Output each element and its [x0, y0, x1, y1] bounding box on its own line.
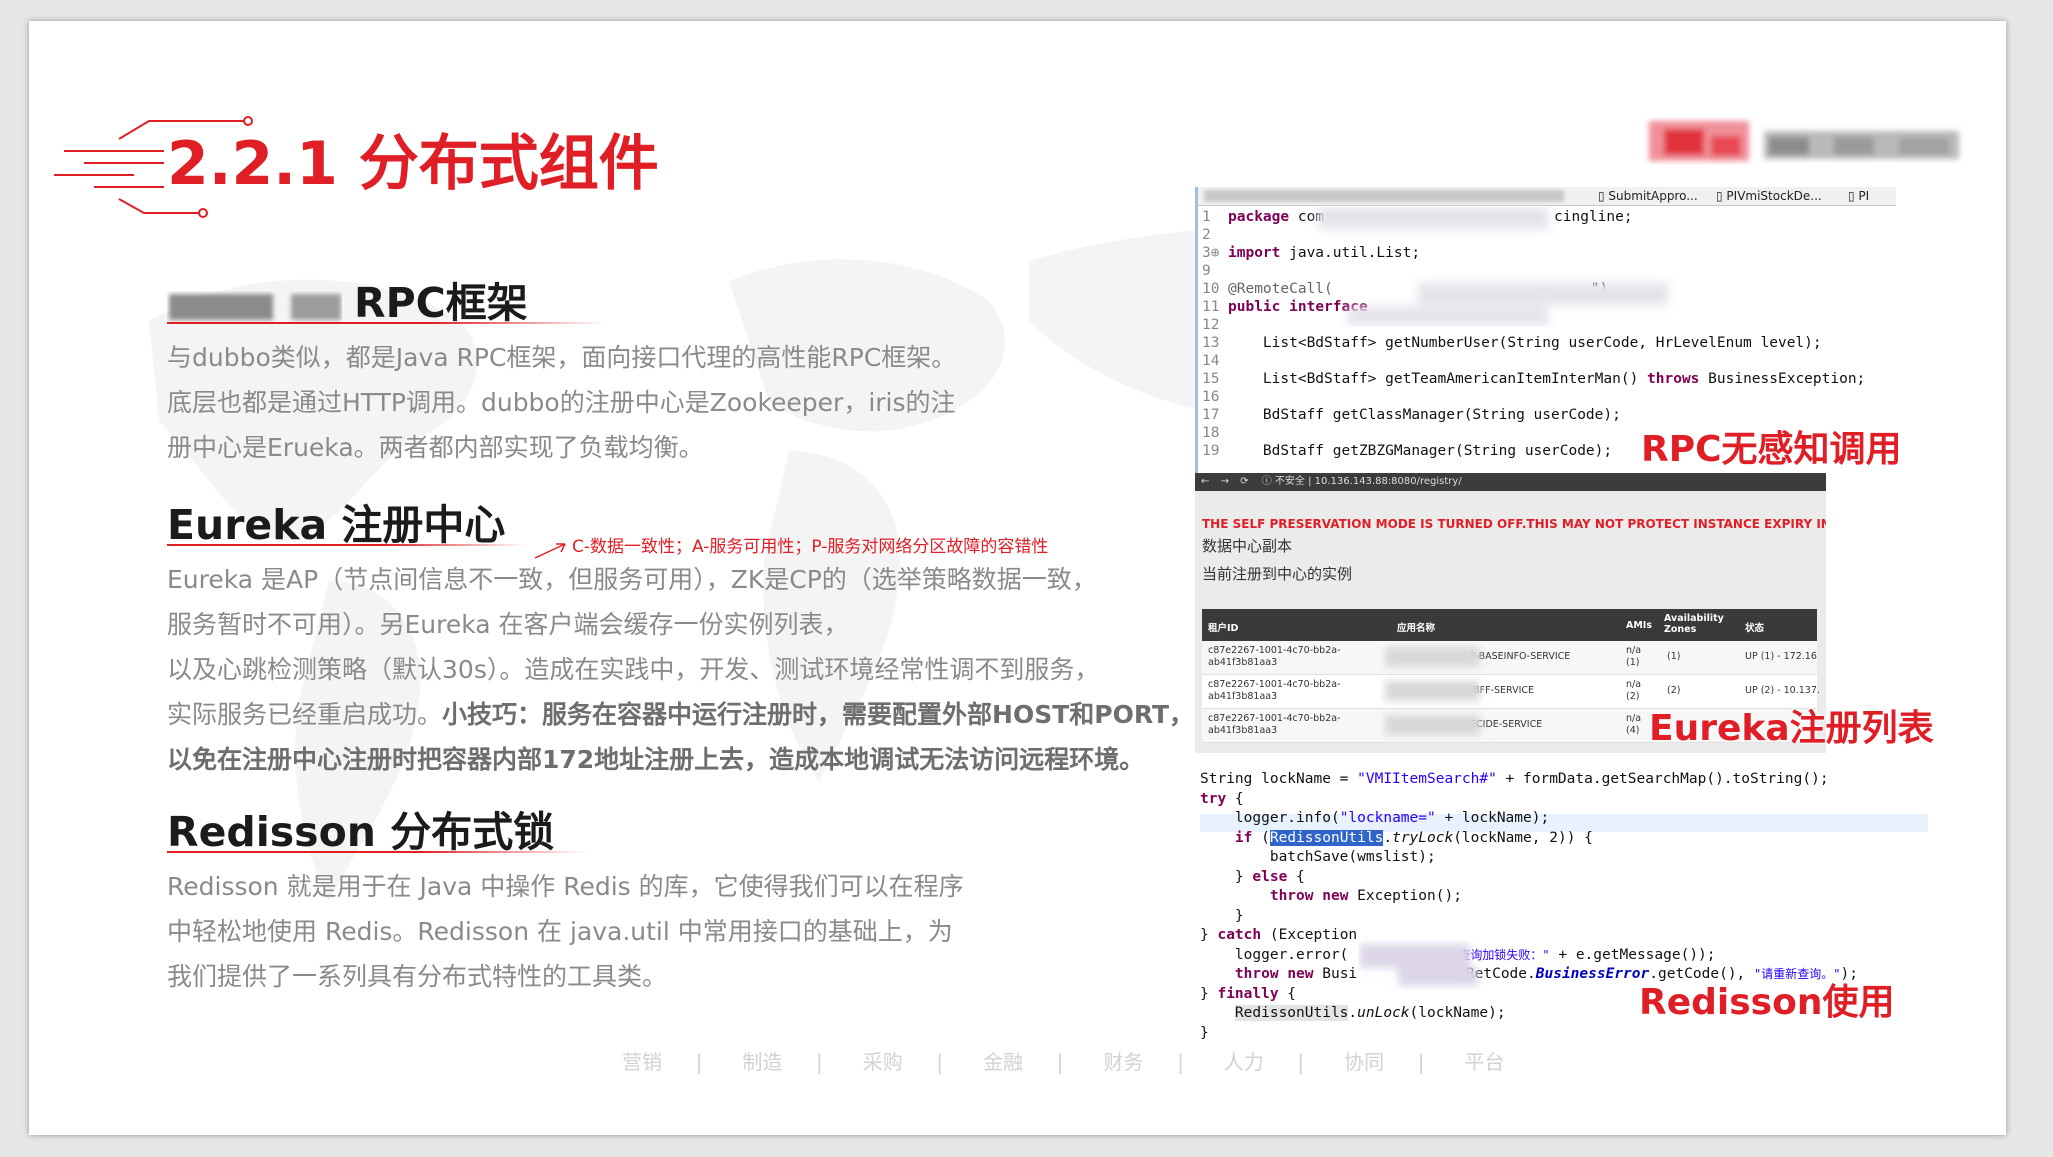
status-link[interactable]: UP (2) - 10.137.	[1745, 685, 1820, 696]
back-icon[interactable]: ←	[1201, 476, 1209, 487]
footer-item: 营销	[622, 1050, 662, 1074]
code-line: logger.info("lockname=" + lockName);	[1200, 810, 1550, 826]
eureka-screenshot-label: Eureka注册列表	[1649, 708, 1934, 749]
ide-tab-pivmistock[interactable]: ▯ PIVmiStockDe...	[1716, 187, 1822, 205]
slide-title: 2.2.1 分布式组件	[167, 129, 659, 199]
code-line: 13 List<BdStaff> getNumberUser(String us…	[1202, 335, 1822, 351]
redisson-screenshot-label: Redisson使用	[1639, 982, 1895, 1023]
eureka-line-2: 服务暂时不可用）。另Eureka 在客户端会缓存一份实例列表，	[167, 610, 849, 639]
code-line: }	[1200, 1024, 1209, 1041]
table-row: c87e2267-1001-4c70-bb2a- ab41f3b81aa3 P-…	[1202, 641, 1817, 675]
footer-item: 协同	[1344, 1050, 1385, 1074]
rpc-line-1: 与dubbo类似，都是Java RPC框架，面向接口代理的高性能RPC框架。	[167, 343, 957, 372]
rpc-line-2: 底层也都是通过HTTP调用。dubbo的注册中心是Zookeeper，iris的…	[167, 388, 956, 417]
redisson-line-2: 中轻松地使用 Redis。Redisson 在 java.util 中常用接口的…	[167, 917, 953, 946]
redacted-code-overlay	[1360, 944, 1478, 986]
code-line: } else {	[1200, 868, 1305, 885]
eureka-description: Eureka 是AP（节点间信息不一致，但服务可用），ZK是CP的（选举策略数据…	[167, 557, 1194, 782]
redisson-description: Redisson 就是用于在 Java 中操作 Redis 的库，它使得我们可以…	[167, 864, 964, 999]
ide-tab-submitappro[interactable]: ▯ SubmitAppro...	[1598, 187, 1698, 205]
section-underline-redisson	[167, 851, 587, 853]
table-header: 租户ID 应用名称 AMIs Availability Zones 状态	[1202, 609, 1817, 641]
insecure-badge: ⓘ 不安全 |	[1261, 476, 1315, 487]
section-underline-rpc	[167, 322, 607, 324]
code-line: String lockName = "VMIItemSearch#" + for…	[1200, 771, 1829, 787]
rpc-screenshot-label: RPC无感知调用	[1641, 429, 1902, 470]
redacted-tab-area	[1204, 190, 1564, 202]
eureka-tip: 小技巧：服务在容器中运行注册时，需要配置外部HOST和PORT，	[442, 700, 1195, 729]
rpc-line-3: 册中心是Erueka。两者都内部实现了负载均衡。	[167, 433, 704, 462]
url-text: 10.136.143.88:8080/registry/	[1314, 476, 1462, 487]
reload-icon[interactable]: ⟳	[1240, 476, 1248, 487]
eureka-line-3: 以及心跳检测策略（默认30s）。造成在实践中，开发、测试环境经常性调不到服务，	[167, 655, 1100, 684]
code-line: try {	[1200, 790, 1244, 807]
redisson-line-3: 我们提供了一系列具有分布式特性的工具类。	[167, 962, 668, 991]
code-line: 14	[1202, 353, 1220, 369]
self-preservation-warning: THE SELF PRESERVATION MODE IS TURNED OFF…	[1202, 517, 1826, 531]
code-line: throw new Exception();	[1269, 888, 1462, 904]
code-line: batchSave(wmslist);	[1200, 849, 1436, 865]
footer-item: 人力	[1223, 1050, 1264, 1074]
section-heading-redisson: Redisson 分布式锁	[167, 808, 555, 856]
code-line: }	[1200, 907, 1244, 924]
ide-tab-pi[interactable]: ▯ PI	[1848, 187, 1869, 205]
code-line: } catch (Exception	[1200, 927, 1366, 943]
company-logo-blurred	[1649, 121, 1959, 161]
eureka-line-4: 实际服务已经重启成功。小技巧：服务在容器中运行注册时，需要配置外部HOST和PO…	[167, 692, 1194, 737]
forward-icon[interactable]: →	[1221, 476, 1229, 487]
redacted-code-overlay	[1318, 207, 1668, 325]
footer-item: 财务	[1103, 1050, 1144, 1074]
status-link[interactable]: UP (1) - 172.16	[1745, 651, 1817, 662]
ide-tab-bar: ▯ SubmitAppro... ▯ PIVmiStockDe... ▯ PI	[1198, 187, 1896, 206]
rpc-description: 与dubbo类似，都是Java RPC框架，面向接口代理的高性能RPC框架。 底…	[167, 335, 956, 470]
section-underline-eureka	[167, 544, 527, 546]
code-line: 16	[1202, 389, 1220, 405]
section-heading-eureka: Eureka 注册中心	[167, 501, 506, 549]
code-line: logger.error(查询加锁失败：" + e.getMessage());	[1200, 946, 1716, 963]
browser-address-bar[interactable]: ← → ⟳ ⓘ 不安全 | 10.136.143.88:8080/registr…	[1195, 473, 1826, 491]
footer-item: 采购	[862, 1050, 903, 1074]
replicas-heading: 数据中心副本	[1202, 537, 1293, 555]
slide: 2.2.1 分布式组件 RPC框架 与dubbo类似，都是Java RPC框架，…	[29, 21, 2006, 1135]
code-line: if (RedissonUtils.tryLock(lockName, 2)) …	[1234, 829, 1593, 846]
redacted-heading-prefix	[169, 294, 341, 320]
registered-heading: 当前注册到中心的实例	[1202, 565, 1353, 583]
section-heading-rpc-text: RPC框架	[354, 279, 528, 327]
eureka-line-1: Eureka 是AP（节点间信息不一致，但服务可用），ZK是CP的（选举策略数据…	[167, 565, 1097, 594]
redacted-app-names	[1385, 647, 1480, 735]
section-heading-rpc: RPC框架	[167, 269, 528, 329]
cap-theorem-note: C-数据一致性；A-服务可用性；P-服务对网络分区故障的容错性	[572, 537, 1049, 557]
footer-nav: 营销 | 制造 | 采购 | 金融 | 财务 | 人力 | 协同 | 平台	[599, 1046, 1528, 1075]
footer-item: 平台	[1464, 1050, 1505, 1074]
eureka-line-5: 以免在注册中心注册时把容器内部172地址注册上去，造成本地调试无法访问远程环境。	[167, 745, 1145, 774]
footer-item: 金融	[983, 1050, 1024, 1074]
footer-item: 制造	[742, 1050, 783, 1074]
eureka-line-4-normal: 实际服务已经重启成功。	[167, 700, 443, 729]
code-line: 15 List<BdStaff> getTeamAmericanItemInte…	[1202, 371, 1866, 387]
selected-token[interactable]: RedissonUtils	[1269, 829, 1384, 846]
redisson-line-1: Redisson 就是用于在 Java 中操作 Redis 的库，它使得我们可以…	[167, 872, 964, 901]
